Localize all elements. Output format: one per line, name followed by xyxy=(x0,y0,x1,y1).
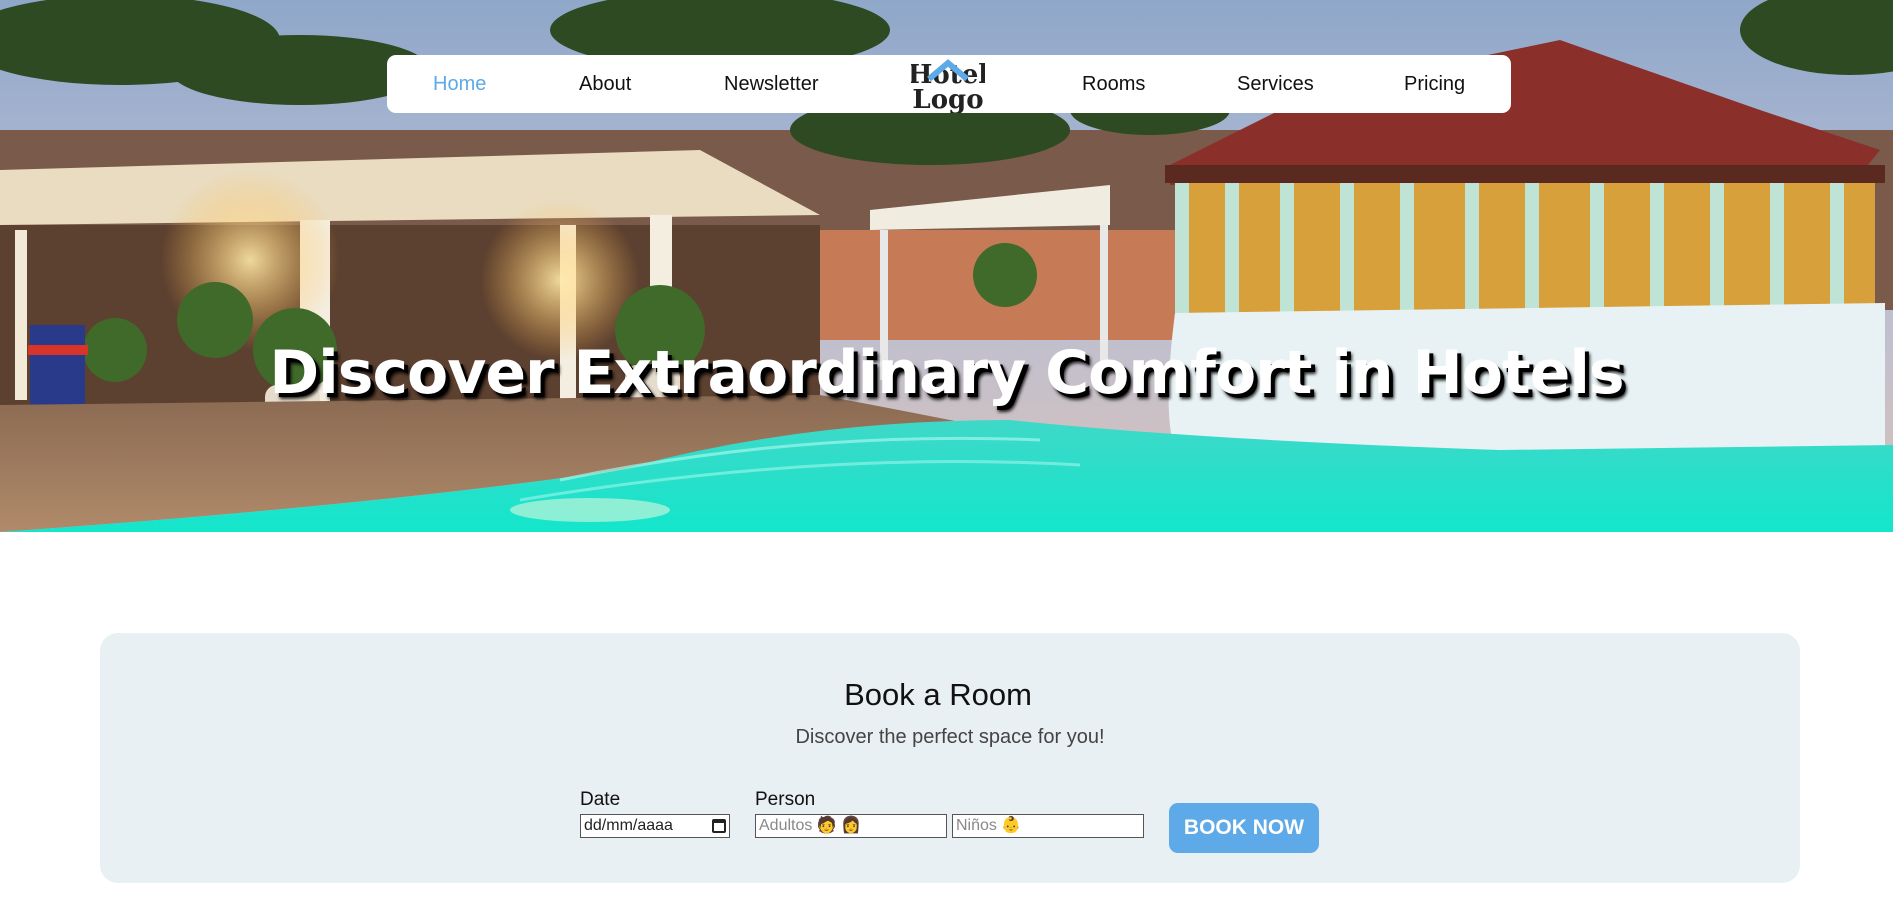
date-label: Date xyxy=(580,789,621,810)
svg-text:Logo: Logo xyxy=(912,85,983,113)
book-now-button[interactable]: BOOK NOW xyxy=(1169,803,1319,853)
date-input-value: dd/mm/aaaa xyxy=(584,817,673,834)
nav-rooms-link[interactable]: Rooms xyxy=(1082,55,1145,113)
booking-subtitle: Discover the perfect space for you! xyxy=(795,726,1105,748)
nav-pricing-link[interactable]: Pricing xyxy=(1404,55,1465,113)
booking-panel: Book a Room Discover the perfect space f… xyxy=(100,633,1800,883)
hero-section: Home About Newsletter Hotel Logo Rooms S… xyxy=(0,0,1893,532)
date-input[interactable]: dd/mm/aaaa xyxy=(580,814,730,838)
calendar-icon[interactable] xyxy=(712,819,726,833)
adults-input[interactable]: Adultos 🧑 👩 xyxy=(755,814,947,838)
nav-about-link[interactable]: About xyxy=(579,55,631,113)
person-label: Person xyxy=(755,789,816,810)
nav-home-link[interactable]: Home xyxy=(433,55,486,113)
main-navbar: Home About Newsletter Hotel Logo Rooms S… xyxy=(387,55,1511,113)
nav-services-link[interactable]: Services xyxy=(1237,55,1314,113)
nav-newsletter-link[interactable]: Newsletter xyxy=(724,55,818,113)
children-input[interactable]: Niños 👶 xyxy=(952,814,1144,838)
booking-title: Book a Room xyxy=(844,677,1032,712)
hero-title: Discover Extraordinary Comfort in Hotels xyxy=(269,338,1624,408)
hotel-logo[interactable]: Hotel Logo xyxy=(911,57,985,113)
